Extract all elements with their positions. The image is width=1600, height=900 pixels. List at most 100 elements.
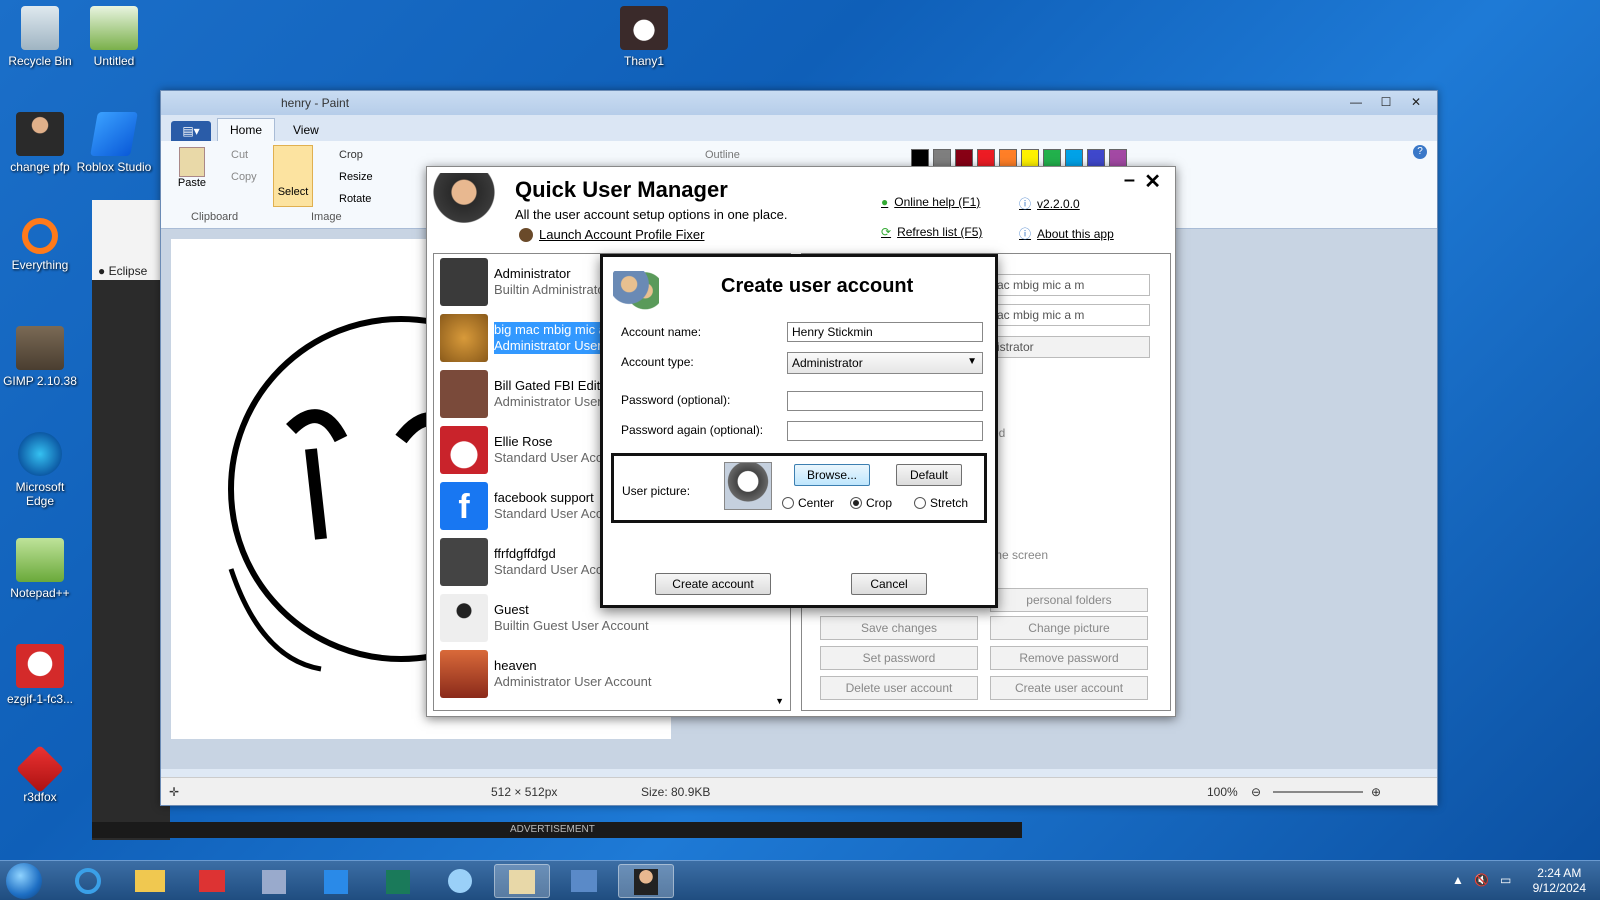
image-group-label: Image: [311, 211, 342, 223]
network-icon[interactable]: ▭: [1500, 873, 1511, 887]
online-help-link[interactable]: ● Online help (F1): [881, 195, 980, 209]
color-swatch[interactable]: [1109, 149, 1127, 167]
full-name-field[interactable]: ac mbig mic a m: [990, 274, 1150, 296]
account-name-field[interactable]: Henry Stickmin: [787, 322, 983, 342]
create-account-submit-button[interactable]: Create account: [655, 573, 771, 595]
taskbar-app-7[interactable]: [432, 864, 488, 898]
r3dfox-icon: [199, 870, 225, 892]
delete-account-button[interactable]: Delete user account: [820, 676, 978, 700]
radio-crop[interactable]: Crop: [850, 496, 892, 510]
copy-button[interactable]: Copy: [231, 171, 257, 183]
dialog-title: Create user account: [721, 275, 914, 297]
scroll-down-icon[interactable]: ▼: [775, 696, 784, 706]
avatar: [440, 258, 488, 306]
desktop-icon-ezgif[interactable]: ezgif-1-fc3...: [0, 644, 80, 706]
desktop-icon-notepad-plus[interactable]: Notepad++: [0, 538, 80, 600]
qum-subtitle: All the user account setup options in on…: [515, 207, 788, 222]
desktop-icon-edge[interactable]: Microsoft Edge: [0, 432, 80, 508]
taskbar: ▲ 🔇 ▭ 2:24 AM 9/12/2024: [0, 860, 1600, 900]
taskbar-paint[interactable]: [494, 864, 550, 898]
about-app-link[interactable]: ⓘ About this app: [1019, 225, 1114, 242]
minimize-button[interactable]: –: [1124, 169, 1135, 192]
desktop-icon-everything[interactable]: Everything: [0, 218, 80, 272]
change-picture-button[interactable]: Change picture: [990, 616, 1148, 640]
close-button[interactable]: ✕: [1144, 169, 1161, 194]
users-icon: [613, 271, 659, 315]
refresh-icon: ⟳: [881, 225, 892, 239]
desktop-icon-roblox-studio[interactable]: Roblox Studio: [74, 112, 154, 174]
tray-expand-icon[interactable]: ▲: [1452, 873, 1464, 887]
default-button[interactable]: Default: [896, 464, 962, 486]
cancel-button[interactable]: Cancel: [851, 573, 927, 595]
taskbar-explorer[interactable]: [122, 864, 178, 898]
browser-toolbar: ● Eclipse: [92, 200, 170, 280]
color-swatch[interactable]: [1043, 149, 1061, 167]
desktop-icon-thany[interactable]: Thany1: [604, 6, 684, 68]
personal-folders-button[interactable]: personal folders: [990, 588, 1148, 612]
start-button[interactable]: [6, 863, 42, 899]
save-changes-button[interactable]: Save changes: [820, 616, 978, 640]
select-button[interactable]: Select: [273, 145, 313, 207]
set-password-button[interactable]: Set password: [820, 646, 978, 670]
color-swatch[interactable]: [911, 149, 929, 167]
desktop-icon-r3dfox[interactable]: r3dfox: [0, 744, 80, 804]
display-name-field[interactable]: ac mbig mic a m: [990, 304, 1150, 326]
color-swatch[interactable]: [1021, 149, 1039, 167]
desktop-icon-gimp[interactable]: GIMP 2.10.38: [0, 326, 80, 388]
outline-button[interactable]: Outline: [705, 149, 740, 161]
minimize-button[interactable]: —: [1343, 93, 1369, 111]
browse-button[interactable]: Browse...: [794, 464, 870, 486]
zoom-slider[interactable]: [1273, 791, 1363, 793]
publisher-icon: [386, 870, 410, 894]
list-item[interactable]: heaven Administrator User Account: [434, 646, 790, 702]
taskbar-quick-user-manager[interactable]: [618, 864, 674, 898]
close-button[interactable]: ✕: [1403, 93, 1429, 111]
taskbar-clock[interactable]: 2:24 AM 9/12/2024: [1533, 866, 1586, 896]
tab-view[interactable]: View: [281, 119, 331, 141]
desktop-icon-untitled[interactable]: Untitled: [74, 6, 154, 68]
password-again-field[interactable]: [787, 421, 983, 441]
password-field[interactable]: [787, 391, 983, 411]
create-account-button[interactable]: Create user account: [990, 676, 1148, 700]
taskbar-publisher[interactable]: [370, 864, 426, 898]
avatar: [440, 594, 488, 642]
refresh-list-link[interactable]: ⟳ Refresh list (F5): [881, 225, 982, 239]
radio-stretch[interactable]: Stretch: [914, 496, 968, 510]
crop-button[interactable]: Crop: [339, 149, 363, 161]
paste-button[interactable]: Paste: [175, 147, 209, 189]
radio-center[interactable]: Center: [782, 496, 834, 510]
account-type-select[interactable]: Administrator ▼: [787, 352, 983, 374]
taskbar-r3dfox[interactable]: [184, 864, 240, 898]
taskbar-ie[interactable]: [60, 864, 116, 898]
resize-button[interactable]: Resize: [339, 171, 373, 183]
color-swatch[interactable]: [977, 149, 995, 167]
launch-profile-fixer-link[interactable]: Launch Account Profile Fixer: [519, 227, 704, 242]
statusbar: ✛ 512 × 512px Size: 80.9KB 100% ⊖ ⊕: [161, 777, 1437, 805]
taskbar-app-4[interactable]: [246, 864, 302, 898]
r3dfox-icon: [15, 744, 65, 794]
remove-password-button[interactable]: Remove password: [990, 646, 1148, 670]
help-icon[interactable]: ?: [1413, 145, 1427, 159]
account-type-select[interactable]: istrator: [990, 336, 1150, 358]
info-icon: ⓘ: [1019, 227, 1032, 241]
color-swatch[interactable]: [1087, 149, 1105, 167]
volume-muted-icon[interactable]: 🔇: [1474, 873, 1489, 887]
desktop-icon-recycle-bin[interactable]: Recycle Bin: [0, 6, 80, 68]
rotate-button[interactable]: Rotate: [339, 193, 371, 205]
tab-home[interactable]: Home: [217, 118, 276, 141]
taskbar-app-9[interactable]: [556, 864, 612, 898]
browser-tab[interactable]: ● Eclipse: [98, 264, 147, 278]
zoom-out-button[interactable]: ⊖: [1251, 785, 1261, 799]
color-swatch[interactable]: [1065, 149, 1083, 167]
image-file-icon: [90, 6, 138, 50]
version-link[interactable]: ⓘ v2.2.0.0: [1019, 195, 1080, 212]
zoom-in-button[interactable]: ⊕: [1371, 785, 1381, 799]
color-swatch[interactable]: [955, 149, 973, 167]
color-swatch[interactable]: [999, 149, 1017, 167]
maximize-button[interactable]: ☐: [1373, 93, 1399, 111]
color-swatch[interactable]: [933, 149, 951, 167]
cut-button[interactable]: Cut: [231, 149, 248, 161]
file-menu-button[interactable]: ▤▾: [171, 121, 211, 141]
desktop-icon-change-pfp[interactable]: change pfp: [0, 112, 80, 174]
taskbar-roblox-studio[interactable]: [308, 864, 364, 898]
